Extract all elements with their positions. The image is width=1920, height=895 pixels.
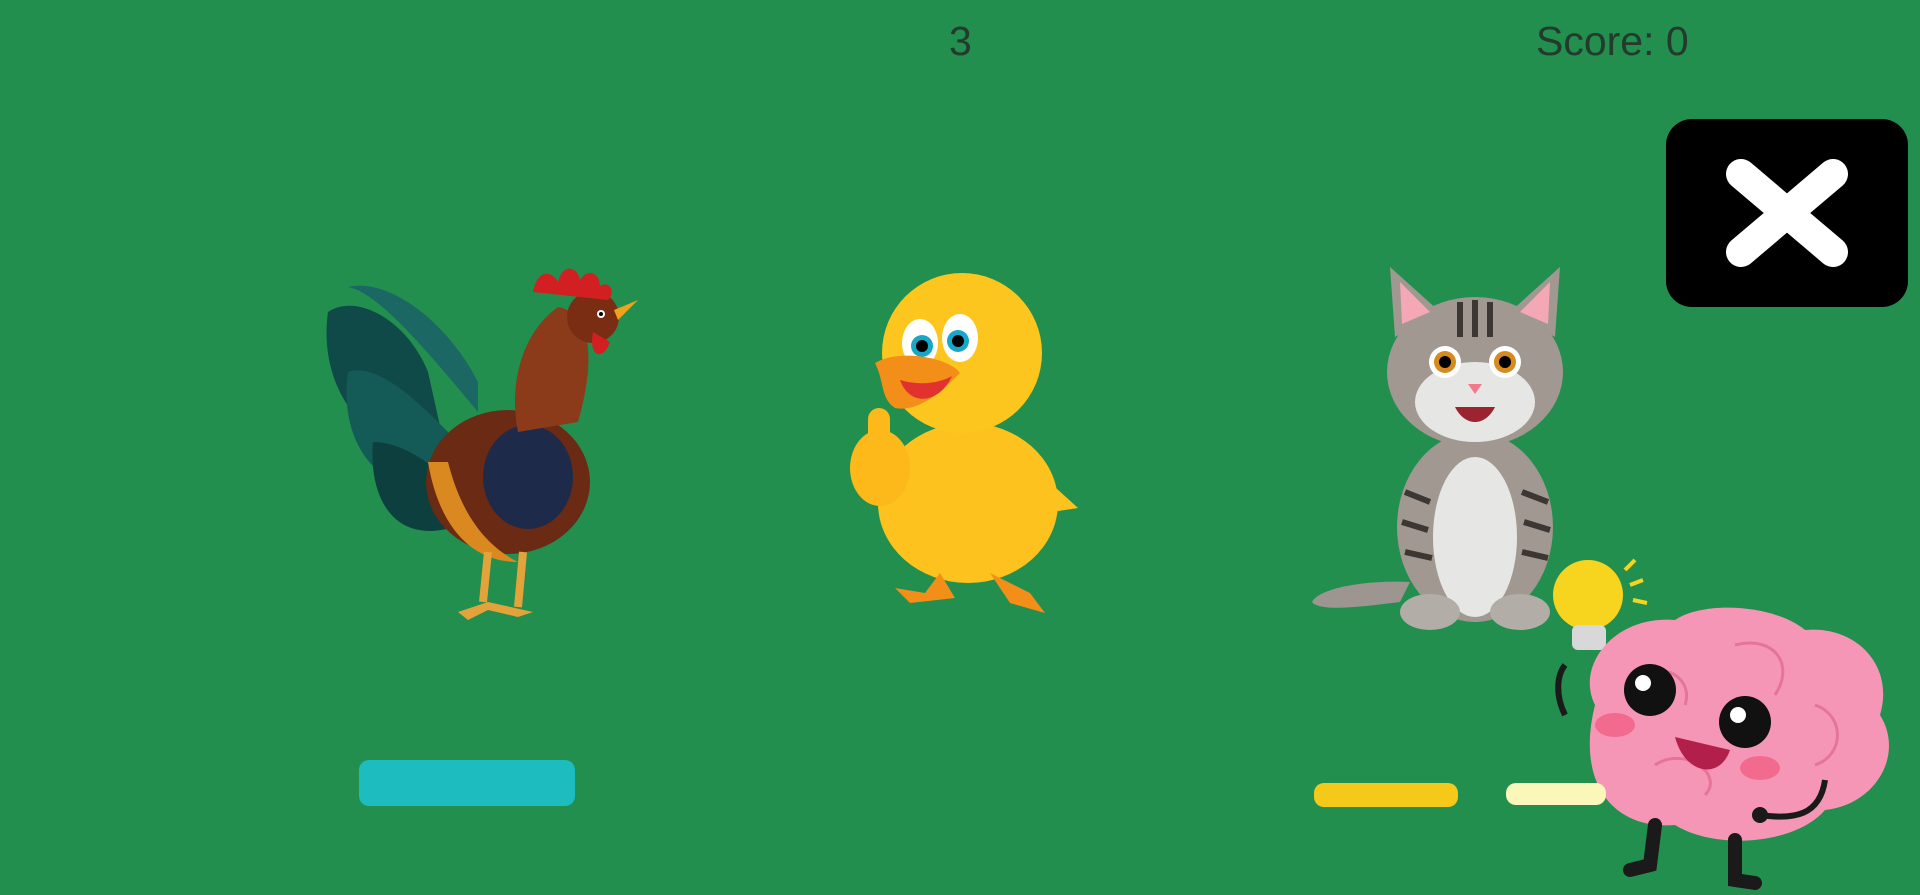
duck-thumbs-up-illustration[interactable] [840, 268, 1080, 618]
round-number: 3 [949, 18, 972, 64]
answer-bar-yellow[interactable] [1314, 783, 1458, 807]
rooster-illustration[interactable] [318, 262, 648, 632]
answer-bar-pale[interactable] [1506, 783, 1606, 805]
answer-bar-teal[interactable] [359, 760, 575, 806]
close-button[interactable] [1666, 119, 1908, 307]
brain-mascot-with-lightbulb [1553, 558, 1889, 890]
close-icon [1726, 159, 1848, 267]
score-label: Score: 0 [1536, 18, 1689, 64]
